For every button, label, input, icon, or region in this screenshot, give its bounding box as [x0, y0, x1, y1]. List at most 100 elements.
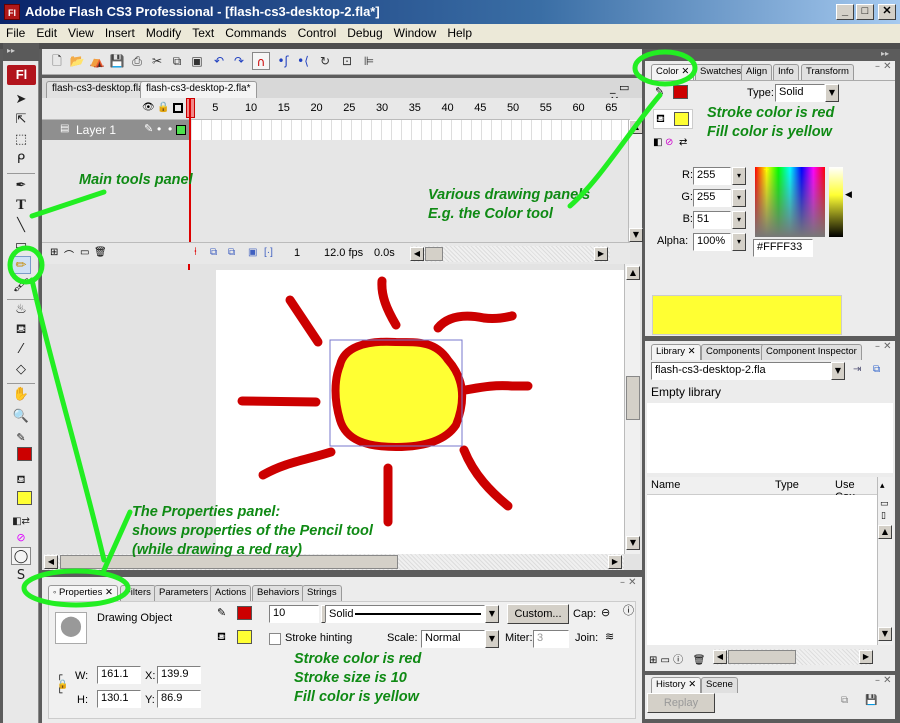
library-footer-icons[interactable]: ⊞ ▭ ⓘ 🗑 — [649, 651, 705, 666]
miter-input[interactable]: 3 — [533, 630, 569, 648]
frame-number[interactable]: 40 — [441, 102, 453, 114]
minimize-button[interactable]: _ — [836, 4, 854, 20]
pen-tool-icon[interactable]: ✒ — [11, 177, 31, 195]
green-input[interactable]: 255 — [693, 189, 731, 207]
stroke-style-select[interactable]: Solid — [325, 605, 485, 623]
lock-icon[interactable]: 🔒 — [157, 102, 169, 113]
custom-stroke-button[interactable]: Custom... — [507, 604, 569, 624]
scroll-thumb[interactable] — [728, 650, 796, 664]
stroke-size-input[interactable]: 10 — [269, 605, 319, 623]
add-motion-guide-icon[interactable]: ⌒ — [64, 247, 74, 262]
frame-number[interactable]: 60 — [572, 102, 584, 114]
center-frame-icon[interactable]: ⍿ — [194, 246, 197, 259]
scroll-down-icon[interactable]: ▼ — [626, 536, 640, 550]
width-input[interactable]: 161.1 — [97, 666, 141, 684]
type-dropdown[interactable]: ▼ — [825, 84, 839, 102]
line-tool-icon[interactable]: ╲ — [11, 217, 31, 235]
save-icon[interactable]: 💾 — [108, 52, 126, 70]
fill-selector[interactable]: ⛾ — [653, 109, 693, 129]
visible-dot[interactable]: • — [157, 122, 161, 136]
snap-magnet-icon[interactable]: ∩ — [252, 52, 270, 70]
menu-edit[interactable]: Edit — [30, 24, 62, 40]
tab-actions[interactable]: Actions — [210, 585, 252, 601]
collapse-grip-icon[interactable]: ▸▸ — [881, 49, 889, 58]
cap-select-icon[interactable]: ⊖ — [601, 606, 610, 619]
layer-row[interactable]: ▤ Layer 1 ✎ • • — [42, 120, 190, 140]
frame-number[interactable]: 25 — [343, 102, 355, 114]
onion-outlines-icon[interactable]: ⧉ — [228, 247, 235, 258]
frame-grid[interactable] — [192, 120, 630, 140]
eyedropper-tool-icon[interactable]: ⁄ — [11, 341, 31, 359]
text-tool-icon[interactable]: T — [11, 197, 31, 215]
blue-dropdown[interactable]: ▾ — [732, 211, 746, 229]
menu-debug[interactable]: Debug — [341, 24, 387, 40]
column-name[interactable]: Name — [651, 479, 680, 491]
frame-number[interactable]: 65 — [605, 102, 617, 114]
frame-number[interactable]: 30 — [376, 102, 388, 114]
scroll-left-icon[interactable]: ◀ — [713, 650, 727, 664]
undo-icon[interactable]: ↶ — [210, 52, 228, 70]
menu-insert[interactable]: Insert — [99, 24, 140, 40]
stroke-hinting-checkbox[interactable] — [269, 633, 281, 645]
frame-number[interactable]: 20 — [310, 102, 322, 114]
frame-rate[interactable]: 12.0 fps — [324, 247, 363, 259]
brightness-pointer[interactable]: ◀ — [845, 190, 852, 200]
paint-bucket-tool-icon[interactable]: ⛾ — [11, 321, 31, 339]
tab-parameters[interactable]: Parameters — [154, 585, 214, 601]
tab-color[interactable]: Color ✕ — [651, 64, 695, 80]
x-input[interactable]: 139.9 — [157, 666, 201, 684]
panel-minimize-close[interactable]: – ✕ — [875, 675, 892, 686]
save-command-icon[interactable]: 💾 — [865, 695, 877, 706]
scroll-right-icon[interactable]: ▶ — [608, 555, 622, 569]
timeline-hscroll[interactable]: ◀ ▶ — [410, 246, 610, 262]
brightness-slider[interactable] — [829, 167, 843, 237]
hand-tool-icon[interactable]: ✋ — [11, 386, 31, 404]
straighten-icon[interactable]: •⟨ — [294, 52, 312, 70]
menu-commands[interactable]: Commands — [219, 24, 291, 40]
library-document-dropdown[interactable]: ▼ — [831, 362, 845, 380]
onion-skin-icon[interactable]: ⧉ — [210, 247, 217, 258]
delete-layer-icon[interactable]: 🗑 — [94, 247, 107, 258]
menu-window[interactable]: Window — [388, 24, 442, 40]
stroke-color-swatch[interactable] — [237, 606, 252, 620]
frame-number[interactable]: 15 — [278, 102, 290, 114]
library-vscroll[interactable]: ▴ ▭ ▯ ▲ ▼ — [877, 477, 893, 645]
maximize-button[interactable]: □ — [856, 4, 874, 20]
library-list[interactable] — [647, 495, 877, 645]
join-select-icon[interactable]: ≋ — [605, 630, 614, 643]
frame-number[interactable]: 55 — [540, 102, 552, 114]
scroll-thumb[interactable] — [425, 247, 443, 261]
tab-swatches[interactable]: Swatches — [695, 64, 747, 80]
object-drawing-icon[interactable]: ◯ — [11, 547, 31, 565]
tab-behaviors[interactable]: Behaviors — [252, 585, 305, 601]
default-colors-icon[interactable]: ◧ — [653, 137, 662, 148]
copy-steps-icon[interactable]: ⧉ — [841, 695, 848, 706]
pencil-tool-icon[interactable]: ✏ — [11, 256, 31, 274]
menu-view[interactable]: View — [62, 24, 99, 40]
scroll-up-icon[interactable]: ▲ — [629, 120, 643, 134]
panel-minimize-close[interactable]: – ✕ — [875, 341, 892, 352]
scale-select[interactable]: Normal — [421, 630, 485, 648]
scale-icon[interactable]: ⊡ — [338, 52, 356, 70]
open-external-library-icon[interactable]: ⛺ — [88, 52, 106, 70]
tab-align[interactable]: Align — [741, 64, 773, 80]
rectangle-tool-icon[interactable]: ▭ — [11, 237, 31, 255]
tab-info[interactable]: Info — [773, 64, 799, 80]
tab-filters[interactable]: Filters — [120, 585, 156, 601]
wide-state-icon[interactable]: ▭ — [880, 499, 889, 509]
timeline-vscroll[interactable]: ▲ ▼ — [628, 120, 643, 242]
column-type[interactable]: Type — [775, 479, 799, 491]
smooth-icon[interactable]: •ʃ — [274, 52, 292, 70]
copy-icon[interactable]: ⧉ — [168, 52, 186, 70]
frame-number[interactable]: 45 — [474, 102, 486, 114]
red-dropdown[interactable]: ▾ — [732, 167, 746, 185]
zoom-tool-icon[interactable]: 🔍 — [11, 408, 31, 426]
eraser-tool-icon[interactable]: ◇ — [11, 361, 31, 379]
scroll-up-icon[interactable]: ▲ — [626, 266, 640, 280]
print-icon[interactable]: ⎙ — [128, 52, 146, 70]
narrow-state-icon[interactable]: ▯ — [881, 511, 886, 521]
scroll-up-icon[interactable]: ▲ — [878, 525, 892, 539]
scroll-left-icon[interactable]: ◀ — [44, 555, 58, 569]
pin-library-icon[interactable]: ⇥ — [853, 364, 861, 375]
ink-bottle-tool-icon[interactable]: ♨ — [11, 301, 31, 319]
